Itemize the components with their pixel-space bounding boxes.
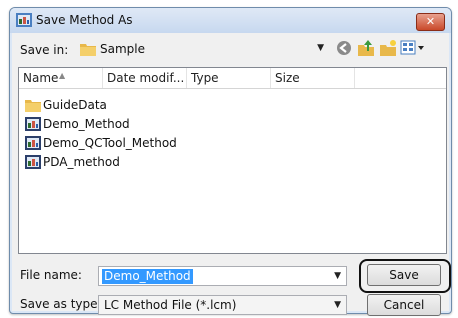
file-name-label: File name: [20, 268, 82, 282]
dialog-body: Save in: Sample ▼ ▲ Name Date modif... T… [12, 33, 451, 316]
save-in-dropdown[interactable]: Sample ▼ [74, 39, 328, 59]
column-size[interactable]: Size [271, 68, 355, 88]
save-button[interactable]: Save [367, 264, 441, 286]
folder-icon [80, 44, 96, 56]
view-menu-icon[interactable] [400, 39, 426, 57]
back-icon[interactable] [334, 39, 354, 57]
title-bar[interactable]: Save Method As ✕ [10, 8, 451, 33]
save-as-type-dropdown[interactable]: LC Method File (*.lcm) ▼ [98, 295, 347, 315]
list-item-label: PDA_method [43, 155, 120, 169]
column-type[interactable]: Type [187, 68, 271, 88]
chevron-down-icon: ▼ [317, 43, 324, 53]
sort-up-icon: ▲ [59, 71, 66, 80]
list-item-label: GuideData [43, 98, 107, 112]
method-file-icon [25, 136, 41, 150]
chevron-down-icon: ▼ [334, 300, 341, 310]
list-item-label: Demo_QCTool_Method [43, 136, 177, 150]
chevron-down-icon: ▼ [334, 271, 341, 281]
file-name-input[interactable]: Demo_Method ▼ [98, 266, 347, 286]
list-item-label: Demo_Method [43, 117, 130, 131]
column-header: ▲ Name Date modif... Type Size [19, 68, 446, 89]
file-list[interactable]: ▲ Name Date modif... Type Size GuideData [18, 67, 447, 254]
save-as-type-value: LC Method File (*.lcm) [104, 298, 237, 312]
close-icon: ✕ [425, 15, 436, 28]
app-icon [16, 13, 32, 27]
window-title: Save Method As [36, 13, 133, 27]
new-folder-icon[interactable] [378, 39, 398, 57]
save-method-dialog: Save Method As ✕ Save in: Sample ▼ ▲ Nam… [9, 7, 452, 316]
file-name-value: Demo_Method [102, 269, 193, 284]
up-folder-icon[interactable] [356, 39, 376, 57]
folder-icon [25, 100, 41, 112]
close-button[interactable]: ✕ [416, 13, 445, 31]
save-as-type-label: Save as type: [20, 297, 102, 311]
save-in-value: Sample [100, 42, 145, 56]
cancel-button[interactable]: Cancel [367, 294, 441, 316]
save-in-label: Save in: [20, 43, 69, 57]
method-file-icon [25, 155, 41, 169]
method-file-icon [25, 117, 41, 131]
column-date-modified[interactable]: Date modif... [103, 68, 187, 88]
column-name[interactable]: ▲ Name [19, 68, 103, 88]
